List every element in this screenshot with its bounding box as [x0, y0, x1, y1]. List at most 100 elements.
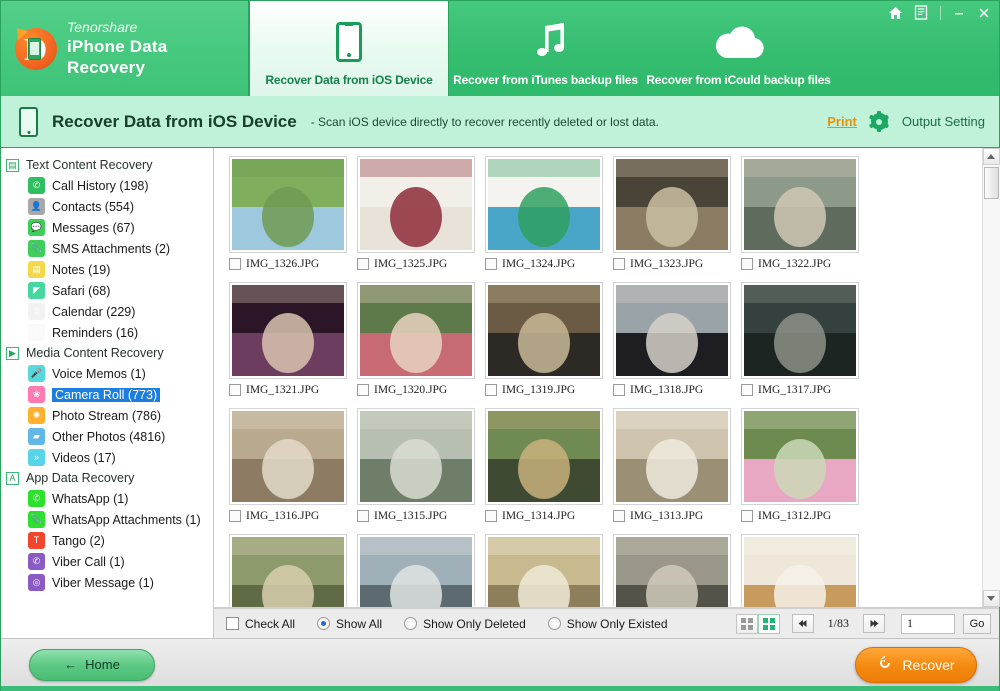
photo-checkbox[interactable] — [741, 384, 753, 396]
photo-cell[interactable]: IMG_1321.JPG — [224, 282, 352, 408]
sidebar-item-microphone[interactable]: 🎤 Voice Memos (1) — [1, 363, 213, 384]
group-toggle-icon[interactable]: ▤ — [6, 158, 19, 172]
photo-cell[interactable]: IMG_1322.JPG — [736, 156, 864, 282]
page-number-input[interactable] — [901, 613, 955, 634]
tab-recover-ios-device[interactable]: Recover Data from iOS Device — [249, 1, 449, 96]
list-icon[interactable] — [914, 5, 929, 20]
sidebar-item-phone[interactable]: ✆ Call History (198) — [1, 175, 213, 196]
photo-cell[interactable]: IMG_1319.JPG — [480, 282, 608, 408]
home-button[interactable]: ← Home — [29, 648, 155, 681]
photo-checkbox[interactable] — [613, 384, 625, 396]
photo-thumbnail[interactable] — [741, 282, 859, 379]
sidebar-item-photo-stream[interactable]: ✺ Photo Stream (786) — [1, 405, 213, 426]
photo-thumbnail[interactable] — [229, 534, 347, 607]
photo-cell[interactable]: IMG_1320.JPG — [352, 282, 480, 408]
sidebar-item-camera-roll[interactable]: ❀ Camera Roll (773) — [1, 384, 213, 405]
photo-cell[interactable]: IMG_1314.JPG — [480, 408, 608, 534]
go-button[interactable]: Go — [963, 613, 991, 634]
photo-checkbox[interactable] — [229, 258, 241, 270]
photo-checkbox[interactable] — [613, 258, 625, 270]
sidebar-item-tango[interactable]: T Tango (2) — [1, 530, 213, 551]
print-link[interactable]: Print — [827, 114, 857, 129]
photo-cell[interactable] — [736, 534, 864, 607]
photo-thumbnail[interactable] — [485, 282, 603, 379]
photo-thumbnail[interactable] — [229, 282, 347, 379]
radio-show-all[interactable]: Show All — [317, 617, 382, 631]
sidebar-group-0[interactable]: ▤ Text Content Recovery — [1, 155, 213, 175]
photo-thumbnail[interactable] — [485, 534, 603, 607]
photo-checkbox[interactable] — [229, 384, 241, 396]
photo-cell[interactable]: IMG_1309.JPG — [480, 534, 608, 607]
sidebar-item-viber-message[interactable]: ◎ Viber Message (1) — [1, 572, 213, 593]
photo-thumbnail[interactable] — [485, 156, 603, 253]
photo-cell[interactable]: IMG_1310.JPG — [352, 534, 480, 607]
next-page-button[interactable] — [863, 614, 885, 633]
tab-recover-icloud-backup[interactable]: Recover from iCould backup files — [642, 1, 835, 96]
sidebar-item-notes[interactable]: ▤ Notes (19) — [1, 259, 213, 280]
photo-checkbox[interactable] — [485, 258, 497, 270]
sidebar-group-1[interactable]: ▶ Media Content Recovery — [1, 343, 213, 363]
photo-cell[interactable]: IMG_1312.JPG — [736, 408, 864, 534]
home-icon[interactable] — [888, 6, 903, 20]
photo-cell[interactable]: IMG_1316.JPG — [224, 408, 352, 534]
photo-thumbnail[interactable] — [613, 156, 731, 253]
photo-checkbox[interactable] — [357, 258, 369, 270]
photo-cell[interactable]: IMG_1325.JPG — [352, 156, 480, 282]
radio-show-only-deleted[interactable]: Show Only Deleted — [404, 617, 526, 631]
photo-cell[interactable]: IMG_1315.JPG — [352, 408, 480, 534]
sidebar-item-reminders[interactable]: ⋮ Reminders (16) — [1, 322, 213, 343]
photo-checkbox[interactable] — [357, 384, 369, 396]
scrollbar-track[interactable] — [982, 165, 1000, 590]
photo-thumbnail[interactable] — [357, 156, 475, 253]
photo-checkbox[interactable] — [741, 510, 753, 522]
photo-cell[interactable]: IMG_1326.JPG — [224, 156, 352, 282]
close-button[interactable] — [977, 6, 991, 20]
photo-thumbnail[interactable] — [357, 282, 475, 379]
recover-button[interactable]: Recover — [855, 646, 977, 683]
output-setting-button[interactable]: Output Setting — [902, 114, 985, 129]
minimize-button[interactable] — [952, 6, 966, 20]
tab-recover-itunes-backup[interactable]: Recover from iTunes backup files — [449, 1, 642, 96]
photo-checkbox[interactable] — [229, 510, 241, 522]
gear-icon[interactable] — [869, 111, 890, 132]
sidebar-item-other-photos[interactable]: ▰ Other Photos (4816) — [1, 426, 213, 447]
group-toggle-icon[interactable]: ▶ — [6, 346, 19, 360]
sidebar-item-videos[interactable]: » Videos (17) — [1, 447, 213, 468]
sidebar-item-contacts[interactable]: 👤 Contacts (554) — [1, 196, 213, 217]
photo-checkbox[interactable] — [485, 510, 497, 522]
photo-cell[interactable]: IMG_1317.JPG — [736, 282, 864, 408]
photo-thumbnail[interactable] — [357, 408, 475, 505]
photo-cell[interactable]: IMG_1311.JPG — [224, 534, 352, 607]
photo-cell[interactable] — [608, 534, 736, 607]
photo-thumbnail[interactable] — [613, 408, 731, 505]
radio-show-only-existed[interactable]: Show Only Existed — [547, 617, 668, 631]
photo-cell[interactable]: IMG_1318.JPG — [608, 282, 736, 408]
photo-thumbnail[interactable] — [741, 408, 859, 505]
vertical-scrollbar[interactable] — [982, 148, 1000, 607]
sidebar-item-whatsapp[interactable]: ✆ WhatsApp (1) — [1, 488, 213, 509]
photo-checkbox[interactable] — [485, 384, 497, 396]
photo-checkbox[interactable] — [357, 510, 369, 522]
photo-thumbnail[interactable] — [357, 534, 475, 607]
photo-thumbnail[interactable] — [741, 156, 859, 253]
photo-cell[interactable]: IMG_1323.JPG — [608, 156, 736, 282]
scroll-up-button[interactable] — [982, 148, 1000, 165]
photo-thumbnail[interactable] — [741, 534, 859, 607]
photo-thumbnail[interactable] — [229, 408, 347, 505]
sidebar-item-whatsapp-attachments[interactable]: 📎 WhatsApp Attachments (1) — [1, 509, 213, 530]
group-toggle-icon[interactable]: A — [6, 471, 19, 485]
sidebar-item-safari[interactable]: ◤ Safari (68) — [1, 280, 213, 301]
grid-view-toggle[interactable] — [757, 613, 780, 634]
photo-thumbnail[interactable] — [613, 282, 731, 379]
prev-page-button[interactable] — [791, 614, 814, 633]
check-all-checkbox[interactable]: Check All — [226, 617, 295, 631]
photo-thumbnail[interactable] — [613, 534, 731, 607]
scrollbar-thumb[interactable] — [983, 167, 999, 199]
photo-checkbox[interactable] — [741, 258, 753, 270]
photo-cell[interactable]: IMG_1313.JPG — [608, 408, 736, 534]
sidebar-item-calendar[interactable]: 9 Calendar (229) — [1, 301, 213, 322]
photo-thumbnail[interactable] — [485, 408, 603, 505]
photo-thumbnail[interactable] — [229, 156, 347, 253]
photo-checkbox[interactable] — [613, 510, 625, 522]
list-view-toggle[interactable] — [735, 613, 758, 634]
